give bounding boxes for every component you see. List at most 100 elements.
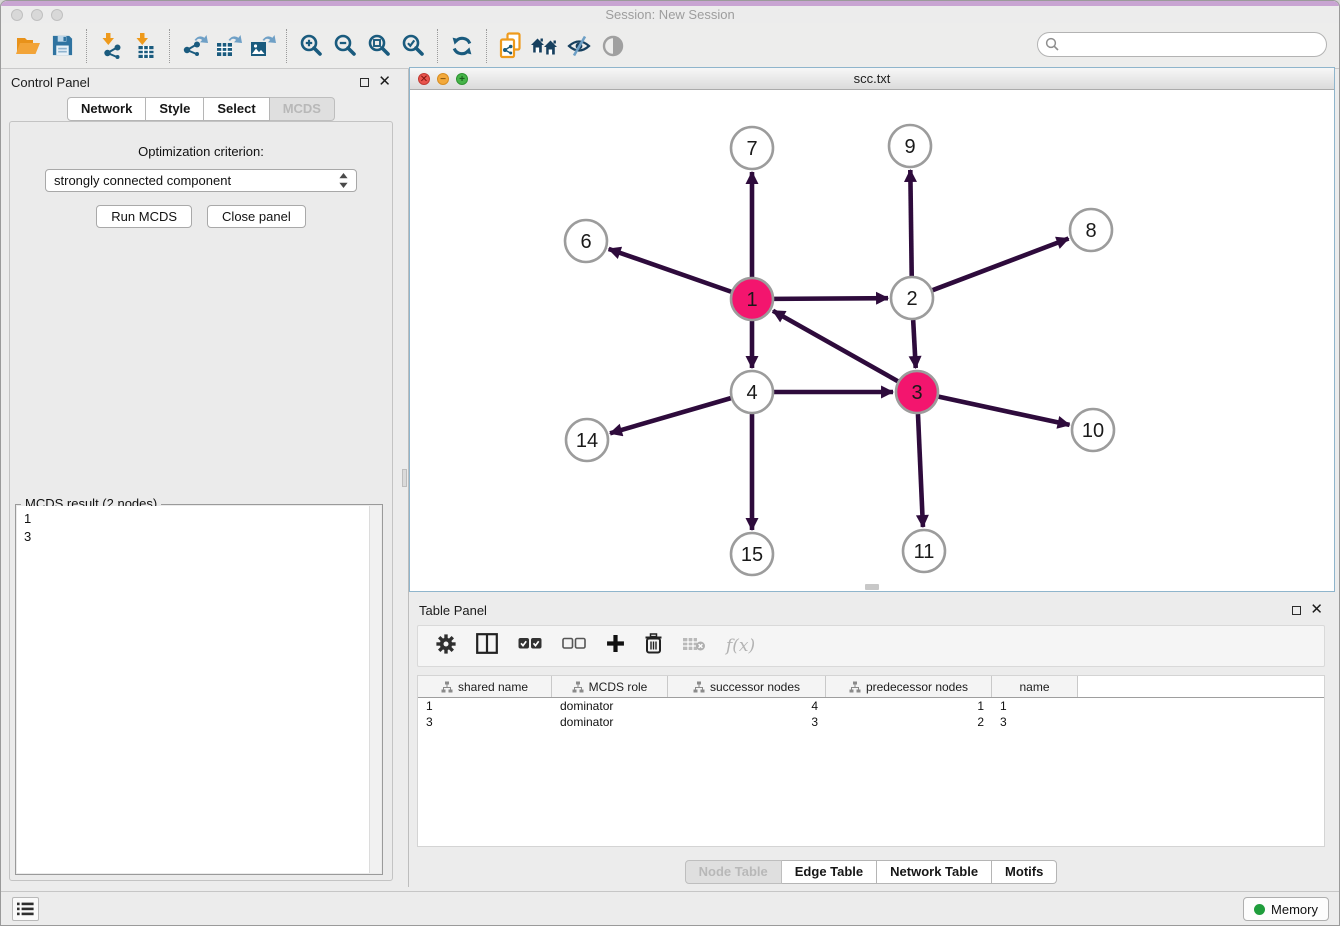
tab-network-table[interactable]: Network Table — [877, 860, 992, 884]
node-label: 2 — [906, 288, 917, 310]
graph-node-3[interactable]: 3 — [896, 371, 938, 413]
column-header-name[interactable]: name — [992, 676, 1078, 697]
task-history-button[interactable] — [12, 897, 39, 921]
tab-style[interactable]: Style — [146, 97, 204, 121]
memory-button[interactable]: Memory — [1243, 897, 1329, 921]
graph-node-15[interactable]: 15 — [731, 533, 773, 575]
network-canvas[interactable]: 7 9 6 8 1 2 4 3 14 10 15 11 — [410, 90, 1334, 591]
hierarchy-icon — [693, 681, 705, 693]
run-mcds-button[interactable]: Run MCDS — [96, 205, 192, 228]
graph-node-1[interactable]: 1 — [731, 278, 773, 320]
table-cell[interactable]: 3 — [418, 714, 552, 730]
zoom-fit-button[interactable] — [362, 28, 396, 64]
export-network-button[interactable] — [177, 28, 211, 64]
table-cell[interactable]: dominator — [552, 714, 668, 730]
table-body: 1dominator4113dominator323 — [418, 698, 1324, 730]
show-columns-button[interactable] — [476, 633, 498, 659]
tab-network[interactable]: Network — [67, 97, 146, 121]
graph-edge-2-8[interactable] — [933, 239, 1069, 291]
table-cell[interactable]: 3 — [992, 714, 1078, 730]
tab-mcds[interactable]: MCDS — [270, 97, 335, 121]
optimization-criterion-select[interactable]: strongly connected component — [45, 169, 357, 192]
window-resize-grip[interactable] — [865, 584, 879, 590]
add-column-button[interactable] — [606, 634, 625, 658]
floppy-disk-icon — [51, 34, 74, 57]
search-input[interactable] — [1037, 32, 1327, 57]
table-cell[interactable]: 1 — [826, 698, 992, 714]
graph-node-10[interactable]: 10 — [1072, 409, 1114, 451]
hierarchy-icon — [849, 681, 861, 693]
import-table-button[interactable] — [128, 28, 162, 64]
table-cell[interactable]: 1 — [992, 698, 1078, 714]
graph-edge-3-1[interactable] — [773, 311, 898, 381]
export-image-button[interactable] — [245, 28, 279, 64]
toolbar-separator — [437, 29, 438, 63]
graph-node-7[interactable]: 7 — [731, 127, 773, 169]
graph-node-2[interactable]: 2 — [891, 277, 933, 319]
table-row[interactable]: 1dominator411 — [418, 698, 1324, 714]
column-header-successor-nodes[interactable]: successor nodes — [668, 676, 826, 697]
graph-edge-3-11[interactable] — [918, 414, 923, 527]
graph-node-6[interactable]: 6 — [565, 220, 607, 262]
columns-icon — [476, 633, 498, 654]
tab-select[interactable]: Select — [204, 97, 269, 121]
hide-selected-button[interactable] — [562, 28, 596, 64]
graph-edge-4-14[interactable] — [610, 398, 731, 433]
graph-edge-2-3[interactable] — [913, 320, 916, 368]
function-builder-button[interactable]: f(x) — [726, 636, 755, 656]
vertical-splitter[interactable] — [401, 69, 409, 887]
first-neighbors-button[interactable] — [528, 28, 562, 64]
settings-button[interactable] — [436, 634, 456, 659]
graph-node-4[interactable]: 4 — [731, 371, 773, 413]
refresh-view-button[interactable] — [445, 28, 479, 64]
export-table-button[interactable] — [211, 28, 245, 64]
table-cell[interactable]: 1 — [418, 698, 552, 714]
open-file-button[interactable] — [11, 28, 45, 64]
column-header-predecessor-nodes[interactable]: predecessor nodes — [826, 676, 992, 697]
delete-table-button[interactable] — [682, 636, 706, 657]
folder-icon — [15, 34, 41, 58]
table-cell[interactable]: dominator — [552, 698, 668, 714]
toolbar-separator — [486, 29, 487, 63]
network-title: scc.txt — [410, 71, 1334, 86]
save-session-button[interactable] — [45, 28, 79, 64]
table-cell[interactable]: 2 — [826, 714, 992, 730]
column-header-shared-name[interactable]: shared name — [418, 676, 552, 697]
close-panel-icon[interactable]: ✕ — [1310, 605, 1323, 615]
tab-edge-table[interactable]: Edge Table — [782, 860, 877, 884]
zoom-selected-button[interactable] — [396, 28, 430, 64]
mcds-result-list[interactable]: 13 — [17, 506, 381, 873]
float-panel-icon[interactable] — [1292, 606, 1301, 615]
graph-edge-1-6[interactable] — [609, 249, 732, 292]
table-cell[interactable]: 4 — [668, 698, 826, 714]
graph-edge-3-10[interactable] — [939, 397, 1070, 425]
delete-column-button[interactable] — [645, 633, 662, 659]
column-header-MCDS-role[interactable]: MCDS role — [552, 676, 668, 697]
select-all-checkboxes-button[interactable] — [518, 637, 542, 655]
deselect-all-checkboxes-button[interactable] — [562, 637, 586, 655]
tab-node-table[interactable]: Node Table — [685, 860, 782, 884]
delete-table-icon — [682, 636, 706, 652]
graph-node-11[interactable]: 11 — [903, 530, 945, 572]
clone-network-button[interactable] — [494, 28, 528, 64]
graph-node-8[interactable]: 8 — [1070, 209, 1112, 251]
zoom-in-button[interactable] — [294, 28, 328, 64]
splitter-grip[interactable] — [402, 469, 407, 487]
eye-slash-icon — [566, 34, 592, 58]
tab-motifs[interactable]: Motifs — [992, 860, 1057, 884]
show-all-button[interactable] — [596, 28, 630, 64]
close-panel-icon[interactable]: ✕ — [378, 77, 391, 87]
zoom-out-button[interactable] — [328, 28, 362, 64]
graph-node-9[interactable]: 9 — [889, 125, 931, 167]
import-network-button[interactable] — [94, 28, 128, 64]
table-row[interactable]: 3dominator323 — [418, 714, 1324, 730]
graph-edge-2-9[interactable] — [910, 170, 911, 276]
result-scrollbar[interactable] — [369, 506, 381, 873]
float-panel-icon[interactable] — [360, 78, 369, 87]
graph-edge-1-2[interactable] — [774, 298, 888, 299]
graph-node-14[interactable]: 14 — [566, 419, 608, 461]
table-cell[interactable]: 3 — [668, 714, 826, 730]
node-label: 4 — [746, 382, 757, 404]
select-stepper-icon — [339, 173, 348, 188]
close-panel-button[interactable]: Close panel — [207, 205, 306, 228]
